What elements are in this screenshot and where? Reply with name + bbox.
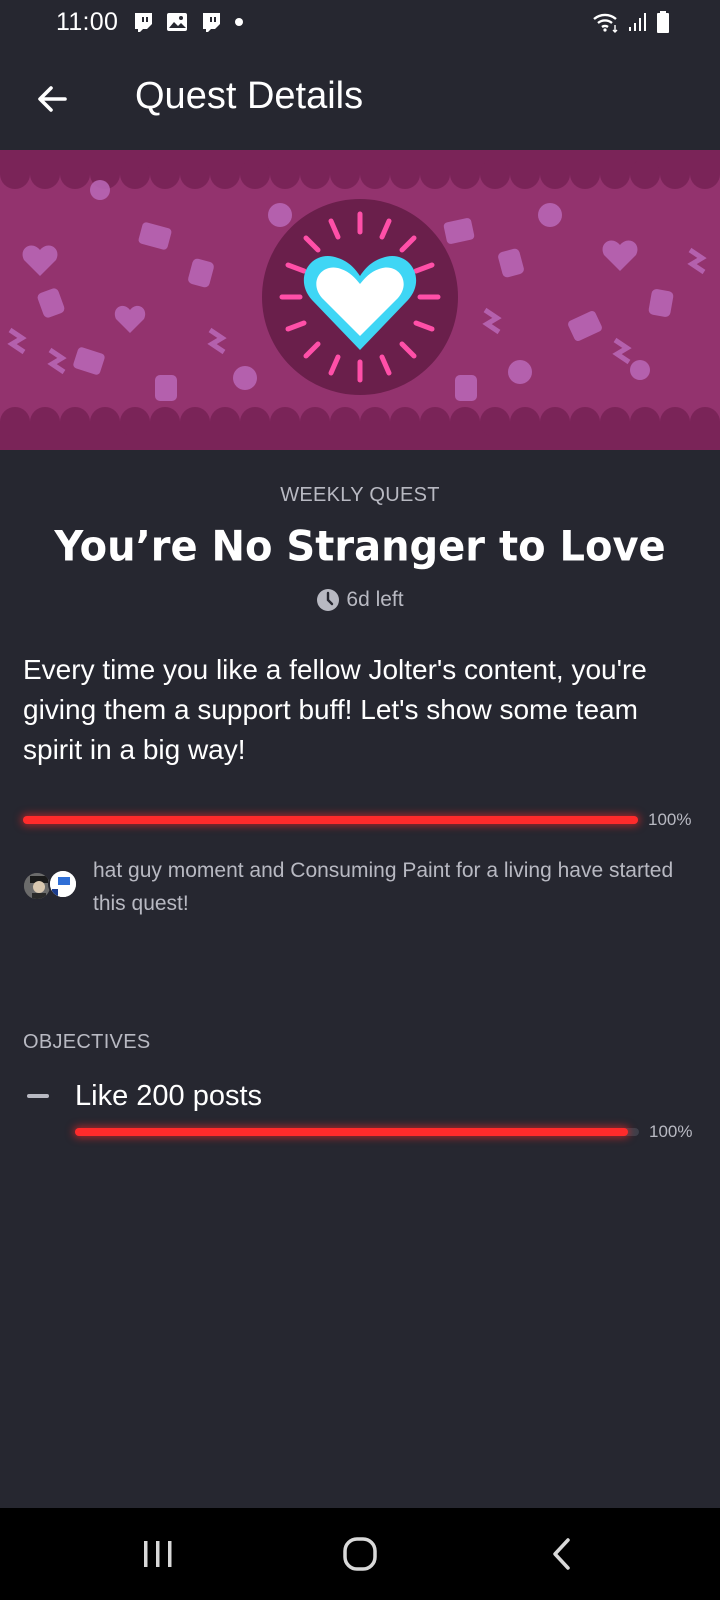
twitch-icon [135, 13, 152, 32]
wifi-icon [593, 13, 618, 33]
quest-banner-art [0, 150, 720, 450]
app-bar: Quest Details [0, 45, 720, 150]
participants[interactable]: hat guy moment and Consuming Paint for a… [22, 858, 702, 928]
back-chevron-icon [553, 1538, 570, 1570]
objective-progress-label: 100% [649, 1122, 693, 1141]
status-time: 11:00 [56, 8, 119, 36]
objectives-heading: OBJECTIVES [23, 1031, 151, 1053]
quest-progress-fill [23, 816, 638, 824]
quest-progress-label: 100% [648, 810, 692, 829]
recent-apps-icon [144, 1541, 172, 1567]
signal-icon [629, 13, 646, 31]
page-title: Quest Details [135, 75, 364, 117]
quest-progress-track [23, 816, 638, 824]
back-button[interactable] [24, 71, 80, 127]
home-button[interactable] [320, 1526, 400, 1582]
clock-icon [317, 589, 340, 611]
system-icons [592, 10, 670, 34]
home-icon [343, 1537, 377, 1571]
recent-apps-button[interactable] [118, 1526, 198, 1582]
objective-progress: 100% [75, 1122, 692, 1142]
quest-progress: 100% [23, 810, 691, 830]
image-icon [167, 13, 187, 31]
objective-label: Like 200 posts [75, 1080, 263, 1112]
time-left: 6d left [0, 588, 720, 612]
objective-progress-fill [75, 1128, 628, 1136]
quest-banner [0, 150, 720, 450]
dash-icon [27, 1094, 49, 1098]
participants-text: hat guy moment and Consuming Paint for a… [93, 859, 674, 915]
avatar [48, 869, 78, 899]
objective-progress-track [75, 1128, 639, 1136]
dot-icon [235, 18, 243, 26]
nav-back-button[interactable] [522, 1526, 602, 1582]
quest-category: WEEKLY QUEST [280, 484, 440, 506]
objective-item: Like 200 posts 100% [0, 1080, 720, 1170]
twitch-icon [203, 13, 220, 32]
system-nav-bar [0, 1508, 720, 1600]
quest-title: You’re No Stranger to Love [54, 522, 666, 572]
battery-icon [657, 11, 669, 33]
status-bar: 11:00 [0, 0, 720, 45]
notification-icons [132, 10, 244, 34]
arrow-left-icon [38, 86, 67, 112]
quest-description: Every time you like a fellow Jolter's co… [23, 654, 647, 765]
time-left-text: 6d left [346, 588, 404, 611]
